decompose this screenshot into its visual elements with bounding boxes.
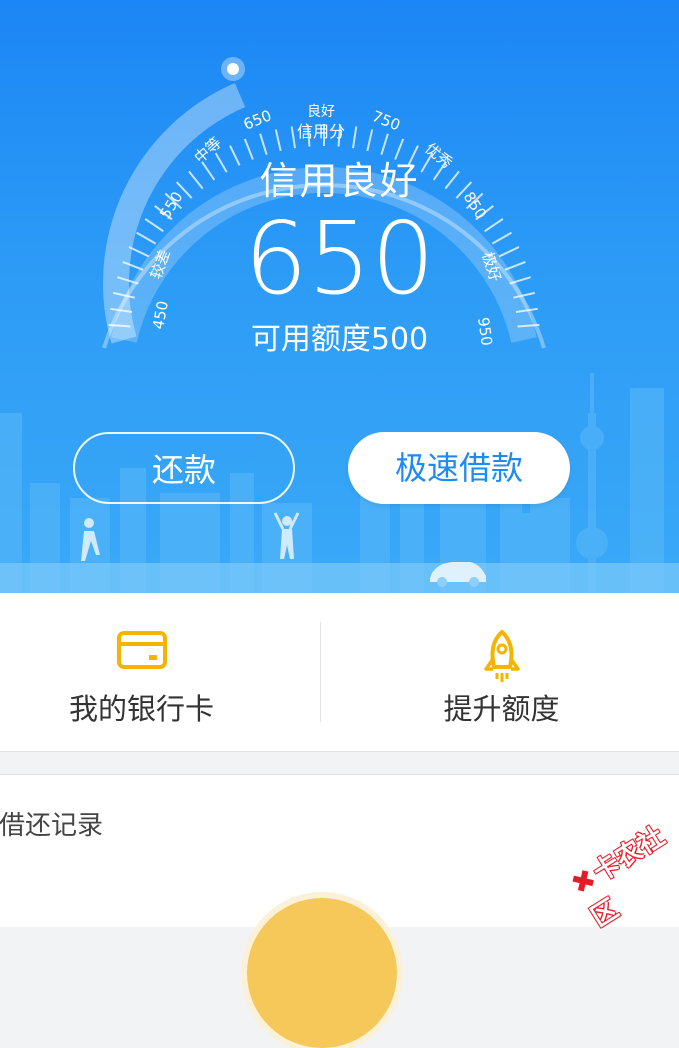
gauge-tick-mark xyxy=(366,129,374,152)
gauge-center-label: 信用分 xyxy=(297,122,345,141)
gauge-top-label: 良好 xyxy=(307,104,335,120)
tick-label-750: 750 xyxy=(370,107,403,134)
gauge-tick-mark xyxy=(274,129,282,152)
credit-hero: 450 较差 550 中等 650 750 优秀 850 极好 950 良好 信… xyxy=(0,0,679,593)
loan-records-label: 借还记录 xyxy=(0,811,104,841)
raise-limit-label: 提升额度 xyxy=(443,692,560,726)
my-bank-card-label: 我的银行卡 xyxy=(68,692,214,726)
fast-loan-button[interactable]: 极速借款 xyxy=(348,432,570,504)
rocket-icon xyxy=(483,630,520,682)
quick-actions: 我的银行卡 提升额度 xyxy=(0,593,679,752)
my-bank-card-button[interactable]: 我的银行卡 xyxy=(0,593,311,751)
tick-label-650: 650 xyxy=(241,106,274,133)
available-limit: 可用额度500 xyxy=(250,322,429,357)
card-icon xyxy=(116,631,167,669)
repay-button[interactable]: 还款 xyxy=(73,432,295,504)
gauge-tick-mark xyxy=(352,126,358,149)
bottom-illustration xyxy=(247,898,397,1048)
loan-records-row[interactable]: 借还记录 xyxy=(0,774,679,865)
section-gap xyxy=(0,752,679,774)
credit-status: 信用良好 xyxy=(259,159,420,203)
actions-divider xyxy=(320,622,321,722)
gauge-tick-mark xyxy=(290,126,296,149)
credit-score: 650 xyxy=(244,200,435,317)
raise-limit-button[interactable]: 提升额度 xyxy=(332,593,671,751)
